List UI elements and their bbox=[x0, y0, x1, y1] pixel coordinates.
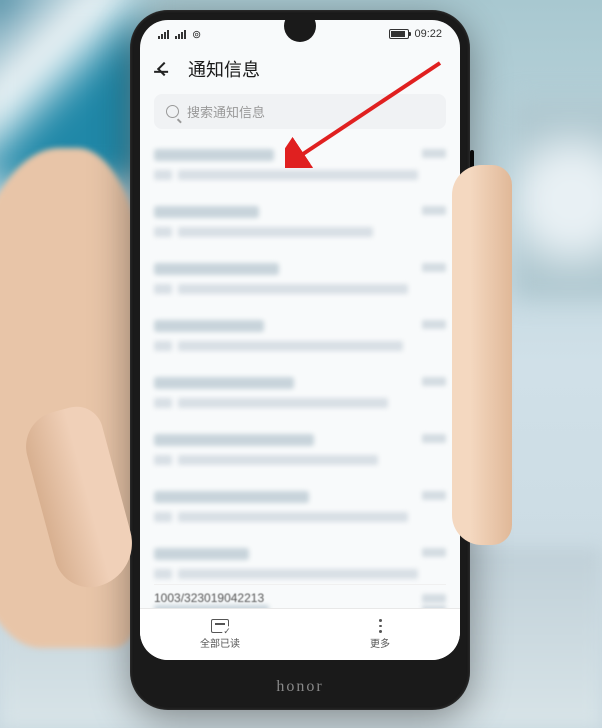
notification-title bbox=[154, 491, 309, 503]
wifi-icon: ⊚ bbox=[192, 28, 201, 41]
notification-time bbox=[422, 377, 446, 386]
notification-time bbox=[422, 320, 446, 329]
page-title: 通知信息 bbox=[188, 56, 260, 82]
phone-brand: honor bbox=[130, 678, 470, 696]
notification-title bbox=[154, 377, 294, 389]
notification-title bbox=[154, 206, 259, 218]
phone-device: honor ⊚ 09:22 通知信息 bbox=[130, 10, 470, 710]
notification-title bbox=[154, 149, 274, 161]
notification-number: 1003/323019042213 bbox=[154, 591, 264, 605]
notification-title bbox=[154, 320, 264, 332]
notification-time bbox=[422, 548, 446, 557]
read-all-icon bbox=[211, 619, 229, 633]
battery-icon bbox=[389, 29, 409, 39]
notification-preview bbox=[154, 341, 172, 351]
notification-preview bbox=[154, 569, 172, 579]
back-button[interactable] bbox=[154, 59, 174, 79]
more-button[interactable]: 更多 bbox=[300, 609, 460, 660]
notification-time bbox=[422, 263, 446, 272]
screen: ⊚ 09:22 通知信息 搜索通知信息 1003/323019042213 bbox=[140, 20, 460, 660]
list-item[interactable] bbox=[154, 308, 446, 365]
notification-preview bbox=[154, 455, 172, 465]
mark-all-read-button[interactable]: 全部已读 bbox=[140, 609, 300, 660]
notification-preview bbox=[154, 512, 172, 522]
notification-time bbox=[422, 206, 446, 215]
list-item[interactable] bbox=[154, 422, 446, 479]
notification-preview bbox=[178, 398, 388, 408]
signal-icon-2 bbox=[175, 30, 188, 39]
notification-time bbox=[422, 491, 446, 500]
search-placeholder: 搜索通知信息 bbox=[187, 102, 265, 121]
notification-preview bbox=[178, 569, 418, 579]
notification-preview bbox=[178, 284, 408, 294]
list-item[interactable] bbox=[154, 251, 446, 308]
notification-preview bbox=[154, 170, 172, 180]
notification-title bbox=[154, 263, 279, 275]
list-item[interactable] bbox=[154, 365, 446, 422]
notification-preview bbox=[178, 341, 403, 351]
notification-preview bbox=[178, 170, 418, 180]
notification-time bbox=[422, 594, 446, 603]
more-label: 更多 bbox=[370, 635, 390, 650]
list-item[interactable] bbox=[154, 137, 446, 194]
notification-preview bbox=[178, 512, 408, 522]
search-icon bbox=[166, 105, 179, 118]
notification-preview bbox=[178, 227, 373, 237]
bottom-toolbar: 全部已读 更多 bbox=[140, 608, 460, 660]
list-item[interactable]: 1003/323019042213 bbox=[154, 584, 446, 608]
more-icon bbox=[379, 619, 382, 633]
notification-preview bbox=[154, 398, 172, 408]
list-item[interactable] bbox=[154, 479, 446, 536]
notification-time bbox=[422, 434, 446, 443]
page-header: 通知信息 bbox=[140, 44, 460, 92]
signal-icon bbox=[158, 30, 171, 39]
read-all-label: 全部已读 bbox=[200, 635, 240, 650]
notification-preview bbox=[178, 455, 378, 465]
back-arrow-icon bbox=[157, 62, 171, 76]
notification-preview bbox=[154, 227, 172, 237]
notification-title bbox=[154, 434, 314, 446]
status-time: 09:22 bbox=[414, 28, 442, 40]
list-item[interactable] bbox=[154, 194, 446, 251]
notification-preview bbox=[154, 284, 172, 294]
notification-time bbox=[422, 149, 446, 158]
search-input[interactable]: 搜索通知信息 bbox=[154, 94, 446, 129]
notification-title bbox=[154, 548, 249, 560]
notification-list[interactable] bbox=[140, 137, 460, 650]
